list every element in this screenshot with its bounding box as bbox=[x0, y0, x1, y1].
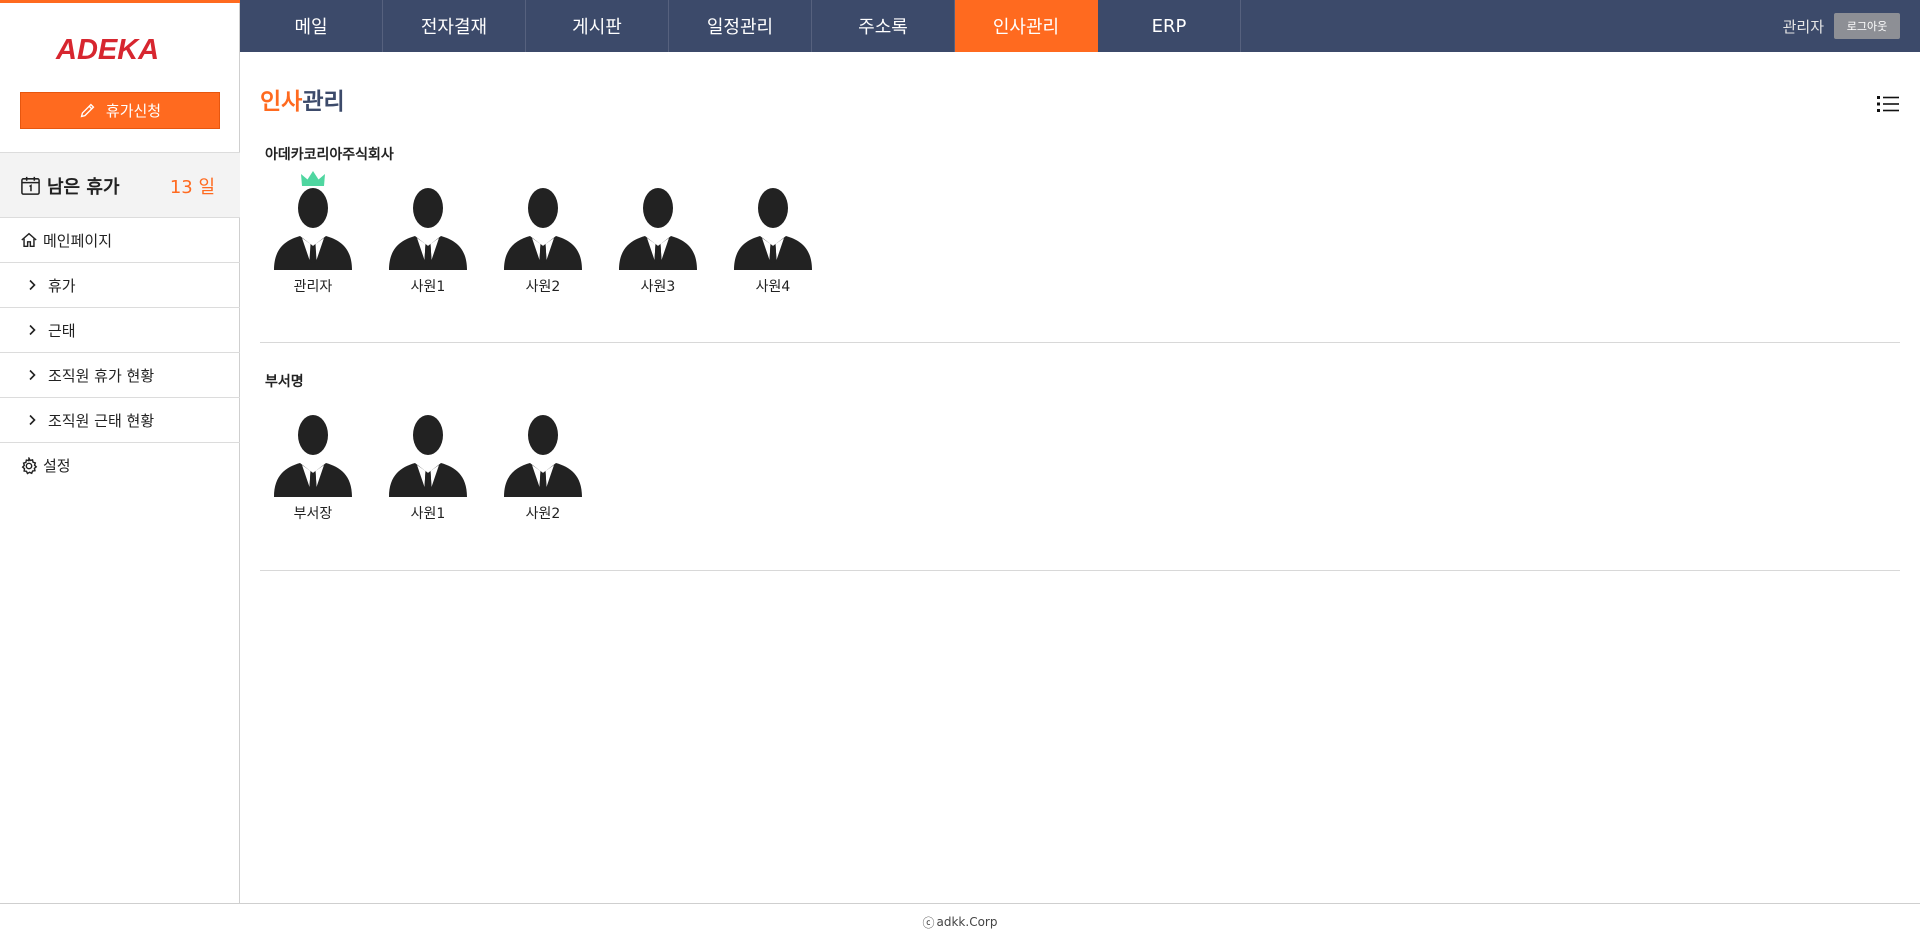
home-icon bbox=[21, 232, 37, 248]
member-name: 사원1 bbox=[410, 279, 446, 295]
user-area: 관리자 로그아웃 bbox=[1783, 13, 1900, 39]
tab-erp[interactable]: ERP bbox=[1098, 0, 1241, 52]
sidebar: ADEKA 휴가신청 남은 휴가 13 일 메인페이지 휴가 근태 조직원 휴가… bbox=[0, 0, 240, 903]
person-avatar-icon bbox=[274, 415, 352, 497]
sidebar-item-label: 휴가 bbox=[48, 276, 76, 295]
tab-approval[interactable]: 전자결재 bbox=[383, 0, 526, 52]
person-avatar-icon bbox=[389, 415, 467, 497]
adeka-logo[interactable]: ADEKA bbox=[56, 34, 180, 66]
pencil-icon bbox=[80, 103, 95, 118]
footer-text: adkk.Corp bbox=[936, 915, 998, 929]
org-group-department: 부서명 부서장 사원1 사원2 bbox=[260, 371, 1900, 571]
person-avatar-icon bbox=[734, 188, 812, 270]
tab-board[interactable]: 게시판 bbox=[526, 0, 669, 52]
member-name: 부서장 bbox=[293, 506, 333, 522]
tab-mail[interactable]: 메일 bbox=[240, 0, 383, 52]
footer: ⓒ adkk.Corp bbox=[0, 903, 1920, 940]
chevron-right-icon bbox=[29, 414, 36, 426]
remaining-leave-panel: 남은 휴가 13 일 bbox=[0, 152, 240, 218]
app: ADEKA 휴가신청 남은 휴가 13 일 메인페이지 휴가 근태 조직원 휴가… bbox=[0, 0, 1920, 940]
sidebar-item-label: 메인페이지 bbox=[43, 231, 113, 250]
tab-hr[interactable]: 인사관리 bbox=[955, 0, 1098, 52]
member-name: 사원1 bbox=[410, 506, 446, 522]
sidebar-item-label: 근태 bbox=[48, 321, 76, 340]
sidebar-item-team-attendance[interactable]: 조직원 근태 현황 bbox=[0, 398, 240, 443]
org-group-company: 아데카코리아주식회사 관리자 사원1 사원2 사원3 사원4 bbox=[260, 144, 1900, 343]
person-avatar-icon bbox=[389, 188, 467, 270]
sidebar-item-settings[interactable]: 설정 bbox=[0, 443, 240, 488]
member-card[interactable]: 사원1 bbox=[387, 413, 469, 523]
member-card[interactable]: 사원3 bbox=[617, 186, 699, 296]
person-avatar-icon bbox=[619, 188, 697, 270]
person-avatar-icon bbox=[504, 415, 582, 497]
sidebar-item-leave[interactable]: 휴가 bbox=[0, 263, 240, 308]
calendar-icon bbox=[21, 176, 40, 195]
group-title: 부서명 bbox=[265, 374, 304, 390]
copyright-symbol: ⓒ bbox=[922, 915, 935, 930]
sidebar-item-label: 조직원 근태 현황 bbox=[48, 411, 155, 430]
person-avatar-icon bbox=[504, 188, 582, 270]
leave-request-button[interactable]: 휴가신청 bbox=[20, 92, 220, 129]
page-title: 인사관리 bbox=[260, 82, 345, 116]
member-list: 부서장 사원1 사원2 bbox=[272, 413, 584, 523]
sidebar-item-main[interactable]: 메인페이지 bbox=[0, 218, 240, 263]
person-avatar-icon bbox=[274, 188, 352, 270]
top-nav-bar: 메일 전자결재 게시판 일정관리 주소록 인사관리 ERP 관리자 로그아웃 bbox=[240, 0, 1920, 52]
member-card[interactable]: 사원2 bbox=[502, 186, 584, 296]
sidebar-item-attendance[interactable]: 근태 bbox=[0, 308, 240, 353]
logout-button[interactable]: 로그아웃 bbox=[1834, 13, 1900, 39]
page-title-accent: 인사 bbox=[260, 89, 303, 115]
remaining-leave-days: 13 일 bbox=[169, 177, 215, 198]
page-title-rest: 관리 bbox=[302, 89, 345, 115]
chevron-right-icon bbox=[29, 279, 36, 291]
member-name: 사원2 bbox=[525, 506, 561, 522]
member-card[interactable]: 관리자 bbox=[272, 171, 354, 296]
list-view-icon[interactable] bbox=[1876, 92, 1900, 116]
sidebar-item-label: 조직원 휴가 현황 bbox=[48, 366, 155, 385]
chevron-right-icon bbox=[29, 369, 36, 381]
sidebar-accent-line bbox=[0, 0, 240, 3]
chevron-right-icon bbox=[29, 324, 36, 336]
top-nav-tabs: 메일 전자결재 게시판 일정관리 주소록 인사관리 ERP bbox=[240, 0, 1241, 52]
member-name: 사원2 bbox=[525, 279, 561, 295]
member-card[interactable]: 사원2 bbox=[502, 413, 584, 523]
sidebar-item-label: 설정 bbox=[43, 457, 71, 475]
member-name: 관리자 bbox=[293, 279, 333, 295]
member-list: 관리자 사원1 사원2 사원3 사원4 bbox=[272, 171, 814, 296]
sidebar-item-team-leave[interactable]: 조직원 휴가 현황 bbox=[0, 353, 240, 398]
user-name: 관리자 bbox=[1782, 17, 1824, 36]
remaining-leave-label: 남은 휴가 bbox=[47, 177, 120, 198]
crown-icon bbox=[301, 171, 325, 186]
member-name: 사원3 bbox=[640, 279, 676, 295]
sidebar-nav: 메인페이지 휴가 근태 조직원 휴가 현황 조직원 근태 현황 설정 bbox=[0, 218, 240, 488]
tab-schedule[interactable]: 일정관리 bbox=[669, 0, 812, 52]
member-card[interactable]: 사원1 bbox=[387, 186, 469, 296]
member-name: 사원4 bbox=[755, 279, 791, 295]
member-card[interactable]: 사원4 bbox=[732, 186, 814, 296]
member-card[interactable]: 부서장 bbox=[272, 413, 354, 523]
gear-icon bbox=[21, 456, 38, 474]
group-title: 아데카코리아주식회사 bbox=[265, 147, 394, 163]
tab-contacts[interactable]: 주소록 bbox=[812, 0, 955, 52]
leave-request-label: 휴가신청 bbox=[105, 102, 162, 120]
logo-text: ADEKA bbox=[56, 34, 160, 66]
